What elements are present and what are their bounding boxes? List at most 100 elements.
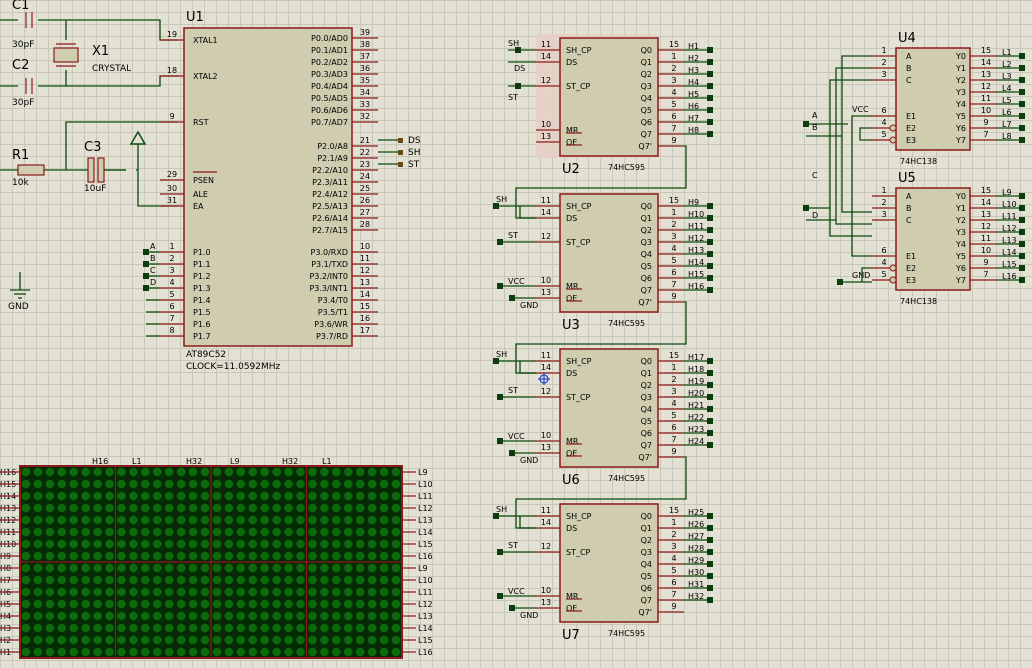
led-dot — [21, 599, 31, 609]
led-dot — [129, 635, 138, 645]
hc595-pin-name: Q1 — [641, 214, 652, 223]
led-dot — [284, 539, 293, 549]
led-dot — [379, 479, 389, 489]
net-terminal — [509, 295, 515, 301]
hc138-pin-name: Y4 — [955, 240, 966, 249]
led-dot — [343, 599, 353, 609]
hc595-pin-number: 13 — [541, 132, 551, 141]
u1-pin-number: 31 — [167, 196, 177, 205]
led-dot — [320, 527, 329, 537]
net-terminal — [497, 438, 503, 444]
net-label: GND — [520, 611, 538, 620]
u1-pin-number: 34 — [360, 88, 370, 97]
led-dot — [260, 647, 270, 657]
hc595-pin-number: 11 — [541, 351, 551, 360]
u1-net-label: DS — [408, 136, 421, 146]
u1-pin-number: 16 — [360, 314, 370, 323]
led-dot — [81, 623, 90, 633]
hc595-pin-name: Q5 — [641, 262, 652, 271]
led-dot — [141, 563, 150, 573]
led-dot — [224, 551, 234, 561]
hc138-out-label: L14 — [1002, 248, 1017, 257]
hc595-out-label: H29 — [688, 556, 704, 565]
hc138-pin-number: 12 — [981, 82, 991, 91]
u1-net-label: B — [150, 254, 156, 263]
led-dot — [379, 539, 389, 549]
led-dot — [367, 563, 377, 573]
led-dot — [81, 575, 90, 585]
led-dot — [129, 527, 138, 537]
led-dot — [21, 587, 31, 597]
led-dot — [296, 479, 305, 489]
hc595-out-label: H7 — [688, 114, 699, 123]
led-dot — [236, 539, 246, 549]
hc138-pin-name: A — [906, 52, 912, 61]
led-dot — [212, 515, 222, 525]
hc595-out-label: H14 — [688, 258, 704, 267]
u1-pin-name: P0.7/AD7 — [311, 118, 348, 127]
led-dot — [248, 575, 258, 585]
hc138-pin-number: 2 — [881, 198, 886, 207]
hc595-pin-number: 9 — [671, 136, 676, 145]
hc595-pin-name: OE — [566, 294, 577, 303]
hc595-pin-number: 5 — [671, 411, 676, 420]
u1-pin-name: EA — [193, 202, 204, 211]
led-dot — [81, 635, 90, 645]
net-label: A — [812, 111, 818, 120]
led-dot — [57, 479, 67, 489]
led-dot — [81, 563, 90, 573]
led-dot — [21, 575, 31, 585]
hc595-pin-name: Q1 — [641, 524, 652, 533]
led-dot — [284, 491, 293, 501]
led-dot — [129, 491, 138, 501]
r1-value: 10k — [12, 178, 29, 188]
hc595-out-label: H32 — [688, 592, 704, 601]
led-dot — [188, 611, 198, 621]
led-dot — [21, 611, 31, 621]
hc595-pin-name: SH_CP — [566, 512, 592, 521]
led-dot — [81, 479, 90, 489]
net-label: SH — [508, 39, 519, 48]
led-dot — [69, 503, 79, 513]
led-dot — [367, 611, 377, 621]
led-dot — [236, 527, 246, 537]
net-terminal — [1019, 53, 1025, 59]
hc595-pin-name: Q3 — [641, 548, 652, 557]
led-dot — [45, 587, 55, 597]
hc595-pin-number: 4 — [671, 244, 676, 253]
hc138-pin-number: 3 — [881, 210, 886, 219]
led-dot — [141, 527, 150, 537]
u1-pin-number: 18 — [167, 66, 177, 75]
led-dot — [272, 575, 281, 585]
u1-pin-number: 37 — [360, 52, 370, 61]
led-dot — [260, 467, 270, 477]
led-dot — [141, 575, 150, 585]
led-dot — [141, 503, 150, 513]
hc138-out-label: L9 — [1002, 188, 1012, 197]
led-dot — [343, 551, 353, 561]
hc595-pin-name: Q2 — [641, 536, 652, 545]
led-dot — [236, 575, 246, 585]
hc595-pin-name: Q7 — [641, 286, 652, 295]
led-dot — [308, 503, 317, 513]
hc138-out-label: L7 — [1002, 120, 1012, 129]
u1-pin-name: P0.1/AD1 — [311, 46, 348, 55]
led-dot — [69, 623, 79, 633]
hc595-out-label: H18 — [688, 365, 704, 374]
hc595-out-label: H6 — [688, 102, 699, 111]
hc595-ref: U6 — [562, 473, 580, 488]
led-dot — [224, 563, 234, 573]
led-dot — [212, 599, 222, 609]
led-dot — [117, 587, 126, 597]
led-dot — [105, 527, 114, 537]
net-terminal — [493, 203, 499, 209]
u1-net-label: D — [150, 278, 156, 287]
led-dot — [33, 479, 43, 489]
schematic-canvas[interactable]: { "u1": { "ref": "U1", "part": "AT89C52"… — [0, 0, 1032, 668]
r1-ref: R1 — [12, 148, 30, 163]
matrix-top-label: H32 — [186, 457, 202, 466]
net-terminal — [515, 47, 521, 53]
led-dot — [105, 611, 114, 621]
net-terminal — [707, 275, 713, 281]
led-dot — [379, 563, 389, 573]
